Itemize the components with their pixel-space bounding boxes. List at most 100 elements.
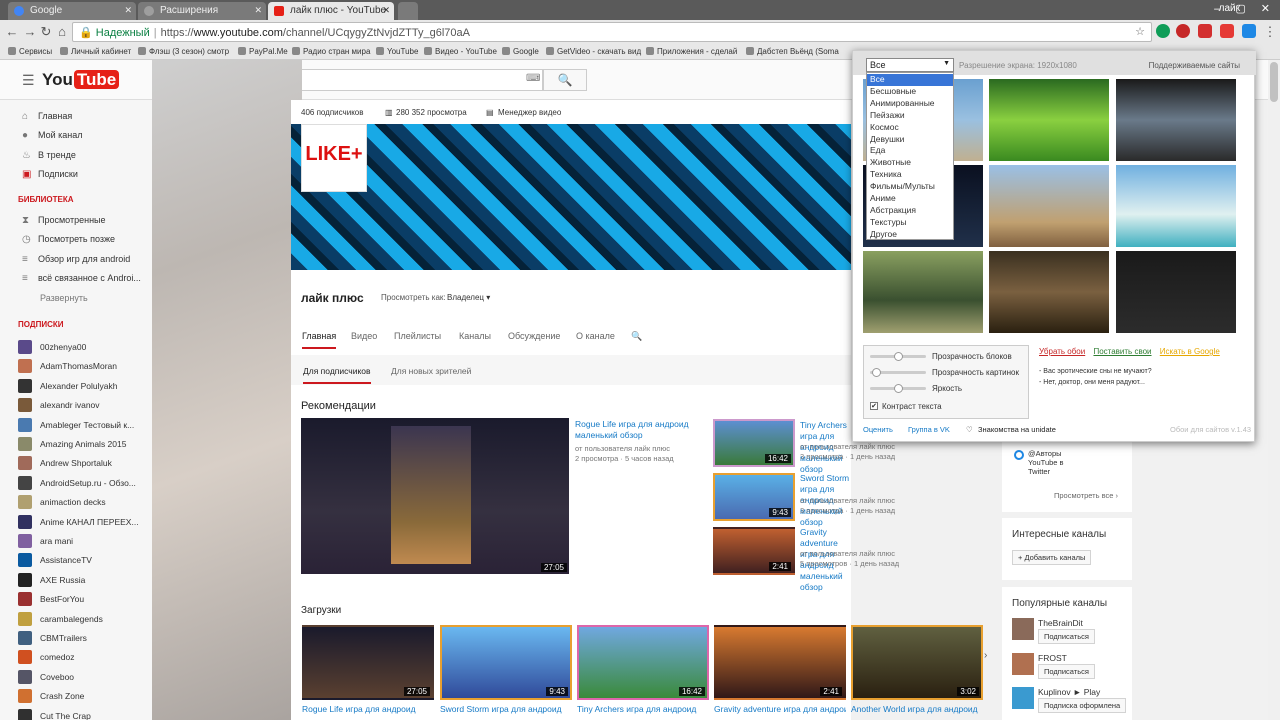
tab-youtube[interactable]: лайк плюс - YouTube ✕ [268,2,394,20]
category-select[interactable]: Все ▼ [866,58,954,72]
bookmark[interactable]: Личный кабинет [60,47,131,56]
extension-adblock-icon[interactable] [1198,24,1212,38]
supported-sites-link[interactable]: Поддерживаемые сайты [1149,61,1240,70]
avatar[interactable] [1012,687,1034,709]
wallpaper-thumbnail[interactable] [1116,165,1236,247]
category-option[interactable]: Абстракция [867,205,953,217]
slider-knob[interactable] [893,384,903,393]
guide-item-trending[interactable]: ♨ В тренде [22,150,76,161]
tab-channels[interactable]: Каналы [459,331,491,341]
vk-group-link[interactable]: Группа в VK [908,425,950,434]
category-option[interactable]: Бесшовные [867,86,953,98]
extension-wallpaper-icon[interactable] [1242,24,1256,38]
upload-title[interactable]: Tiny Archers игра для андроид [577,704,709,715]
upload-thumbnail[interactable]: 9:43 [440,625,572,700]
window-controls[interactable]: – ▢ ✕ [1214,2,1276,15]
subscribed-button[interactable]: Подписка оформлена [1038,698,1127,713]
wallpaper-thumbnail[interactable] [1116,79,1236,161]
page-scrollbar[interactable] [1268,60,1280,720]
upload-thumbnail[interactable]: 3:02 [851,625,983,700]
bookmark[interactable]: Радио стран мира [292,47,370,56]
category-option[interactable]: Космос [867,122,953,134]
extension-red-icon[interactable] [1176,24,1190,38]
video-thumbnail[interactable]: 16:42 [713,419,795,467]
menu-dots-icon[interactable]: ⋮ [1262,24,1278,40]
category-option[interactable]: Аниме [867,193,953,205]
tab-home[interactable]: Главная [302,331,337,349]
rate-link[interactable]: Оценить [863,425,893,434]
upload-title[interactable]: Sword Storm игра для андроид [440,704,572,715]
bookmark[interactable]: Приложения - сделай [646,47,737,56]
scrollbar-thumb[interactable] [1270,62,1278,102]
video-thumbnail[interactable]: 9:43 [713,473,795,521]
home-icon[interactable]: ⌂ [54,24,70,39]
channel-name[interactable]: TheBrainDit [1038,618,1083,628]
tab-videos[interactable]: Видео [351,331,377,341]
category-option[interactable]: Девушки [867,134,953,146]
upload-title[interactable]: Rogue Life игра для андроид [302,704,434,715]
bookmark[interactable]: PayPal.Me [238,47,288,56]
tab-extensions[interactable]: Расширения ✕ [138,2,266,20]
tab-about[interactable]: О канале [576,331,615,341]
view-as-select[interactable]: Владелец ▾ [447,293,490,302]
avatar[interactable] [1012,653,1034,675]
upload-thumbnail[interactable]: 27:05 [302,625,434,700]
subtab-new-viewers[interactable]: Для новых зрителей [391,366,471,376]
slider-knob[interactable] [893,352,903,361]
expand-link[interactable]: Развернуть [40,293,88,303]
category-option[interactable]: Другое [867,229,953,241]
close-icon[interactable]: ✕ [124,5,132,16]
category-option[interactable]: Анимированные [867,98,953,110]
channel-name[interactable]: FROST [1038,653,1067,663]
category-option[interactable]: Техника [867,169,953,181]
category-option[interactable]: Текстуры [867,217,953,229]
search-google-link[interactable]: Искать в Google [1160,347,1220,356]
slider-knob[interactable] [872,368,882,377]
reload-icon[interactable]: ↻ [38,24,54,40]
search-button[interactable]: 🔍 [543,69,587,91]
add-channels-button[interactable]: + Добавить каналы [1012,550,1092,565]
category-option[interactable]: Животные [867,157,953,169]
video-manager-link[interactable]: Менеджер видео [498,108,561,117]
wallpaper-thumbnail[interactable] [1116,251,1236,333]
contrast-checkbox[interactable]: ✔ [870,402,878,410]
set-own-link[interactable]: Поставить свои [1093,347,1151,356]
back-icon[interactable]: ← [4,24,20,39]
keyboard-icon[interactable]: ⌨ [526,73,540,84]
bookmark[interactable]: Google [502,47,539,56]
wallpaper-thumbnail[interactable] [989,251,1109,333]
tab-google[interactable]: Google ✕ [8,2,136,20]
twitter-authors-label[interactable]: @Авторы YouTube в Twitter [1028,449,1070,476]
block-opacity-slider[interactable] [870,352,926,361]
image-opacity-slider[interactable] [870,368,926,377]
subtab-subscribers[interactable]: Для подписчиков [303,366,371,384]
channel-search-icon[interactable]: 🔍 [631,331,642,342]
bookmark[interactable]: GetVideo - скачать вид [546,47,641,56]
wallpaper-thumbnail[interactable] [989,79,1109,161]
remove-wallpaper-link[interactable]: Убрать обои [1039,347,1085,356]
tab-discussion[interactable]: Обсуждение [508,331,560,341]
guide-item-playlist[interactable]: ≡ всё связанное с Androi... [22,273,141,284]
youtube-logo[interactable]: You Tube [42,70,120,90]
video-thumbnail[interactable]: 2:41 [713,527,795,575]
hamburger-menu-icon[interactable]: ☰ [22,72,35,89]
radio-icon[interactable] [1014,450,1024,460]
tab-playlists[interactable]: Плейлисты [394,331,441,341]
channel-name[interactable]: Kuplinov ► Play [1038,687,1100,697]
star-icon[interactable]: ☆ [1135,25,1145,38]
category-option[interactable]: Все [867,74,953,86]
extension-check-icon[interactable] [1156,24,1170,38]
forward-icon[interactable]: → [22,24,38,39]
category-option[interactable]: Пейзажи [867,110,953,122]
upload-title[interactable]: Gravity adventure игра для андроид [714,704,846,715]
close-icon[interactable]: ✕ [254,5,262,16]
guide-item-playlist[interactable]: ≡ Обзор игр для android [22,254,130,265]
bookmark[interactable]: Дабстеп Вьёнд (Soma [746,47,839,56]
bookmark[interactable]: Видео - YouTube [424,47,497,56]
bookmark[interactable]: Сервисы [8,47,52,56]
close-icon[interactable]: ✕ [382,5,390,16]
see-all-link[interactable]: Просмотреть все › [1054,491,1118,500]
guide-item-my-channel[interactable]: ● Мой канал [22,130,83,141]
brightness-slider[interactable] [870,384,926,393]
avatar[interactable] [1012,618,1034,640]
